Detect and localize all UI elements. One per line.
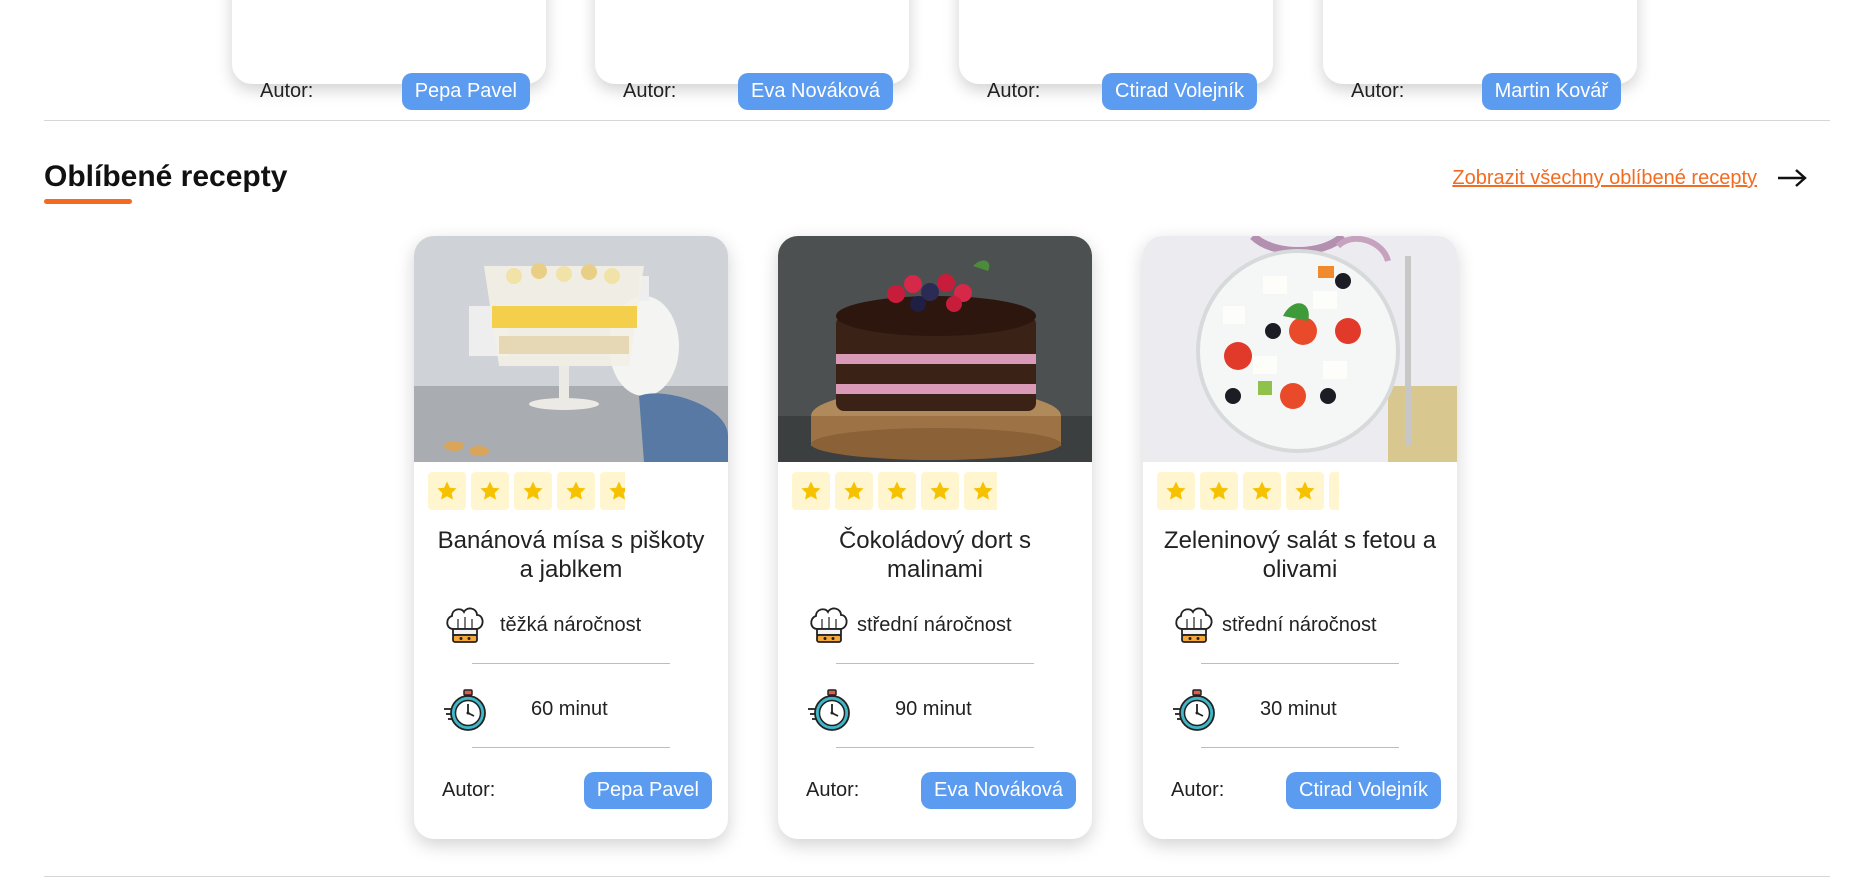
info-divider (1201, 747, 1399, 748)
difficulty-row: střední náročnost (778, 601, 1092, 651)
author-row: Autor: Eva Nováková (595, 73, 909, 110)
star-icon (1286, 472, 1324, 510)
star-icon (878, 472, 916, 510)
section-title-underline (44, 199, 132, 204)
star-icon (514, 472, 552, 510)
star-icon (428, 472, 466, 510)
author-badge[interactable]: Pepa Pavel (583, 772, 712, 809)
time-text: 60 minut (531, 698, 608, 720)
recipe-title[interactable]: Banánová mísa s piškoty a jablkem (432, 526, 710, 584)
author-row: Autor: Ctirad Volejník (1143, 772, 1457, 809)
chef-hat-icon (806, 603, 852, 649)
banana-pudding-trifle-image[interactable] (414, 236, 728, 462)
recipe-card[interactable]: Zeleninový salát s fetou a olivami střed… (1143, 236, 1457, 839)
stopwatch-icon (1171, 687, 1217, 733)
author-label: Autor: (1351, 80, 1405, 102)
star-icon (921, 472, 959, 510)
author-label: Autor: (806, 779, 860, 801)
recipe-card[interactable]: Čokoládový dort s malinami střední nároč… (778, 236, 1092, 839)
stopwatch-icon (442, 687, 488, 733)
rating-stars (792, 472, 997, 510)
recipe-card-top[interactable]: Autor: Pepa Pavel (232, 0, 546, 110)
author-row: Autor: Pepa Pavel (414, 772, 728, 809)
star-icon (1243, 472, 1281, 510)
star-icon (964, 472, 997, 510)
difficulty-row: střední náročnost (1143, 601, 1457, 651)
author-badge[interactable]: Ctirad Volejník (1102, 73, 1257, 110)
author-label: Autor: (623, 80, 677, 102)
star-icon (600, 472, 625, 510)
section-divider (44, 876, 1830, 877)
recipe-card[interactable]: Banánová mísa s piškoty a jablkem těžká … (414, 236, 728, 839)
difficulty-text: těžká náročnost (500, 614, 642, 636)
difficulty-text: střední náročnost (857, 614, 1012, 636)
chef-hat-icon (442, 603, 488, 649)
chocolate-raspberry-cake-image[interactable] (778, 236, 1092, 462)
time-row: 90 minut (778, 685, 1092, 735)
author-badge[interactable]: Martin Kovář (1481, 73, 1621, 110)
author-label: Autor: (260, 80, 314, 102)
star-icon (1200, 472, 1238, 510)
section-title: Oblíbené recepty (44, 160, 288, 193)
author-badge[interactable]: Pepa Pavel (401, 73, 530, 110)
chef-hat-icon (1171, 603, 1217, 649)
time-row: 30 minut (1143, 685, 1457, 735)
recipe-card-top[interactable]: Autor: Martin Kovář (1323, 0, 1637, 110)
arrow-right-icon[interactable] (1776, 166, 1808, 190)
author-row: Autor: Pepa Pavel (232, 73, 546, 110)
rating-stars (1157, 472, 1339, 510)
info-divider (836, 747, 1034, 748)
info-divider (836, 663, 1034, 664)
rating-stars (428, 472, 625, 510)
star-icon (835, 472, 873, 510)
view-all-favorites-link[interactable]: Zobrazit všechny oblíbené recepty (1452, 167, 1757, 190)
time-text: 30 minut (1260, 698, 1337, 720)
info-divider (472, 747, 670, 748)
time-text: 90 minut (895, 698, 972, 720)
star-icon (1329, 472, 1339, 510)
author-label: Autor: (442, 779, 496, 801)
star-icon (471, 472, 509, 510)
recipe-card-top[interactable]: Autor: Ctirad Volejník (959, 0, 1273, 110)
recipe-card-top[interactable]: Autor: Eva Nováková (595, 0, 909, 110)
author-label: Autor: (1171, 779, 1225, 801)
greek-salad-image[interactable] (1143, 236, 1457, 462)
author-badge[interactable]: Eva Nováková (921, 772, 1076, 809)
difficulty-row: těžká náročnost (414, 601, 728, 651)
author-label: Autor: (987, 80, 1041, 102)
author-row: Autor: Ctirad Volejník (959, 73, 1273, 110)
author-row: Autor: Eva Nováková (778, 772, 1092, 809)
star-icon (792, 472, 830, 510)
stopwatch-icon (806, 687, 852, 733)
star-icon (557, 472, 595, 510)
time-row: 60 minut (414, 685, 728, 735)
author-row: Autor: Martin Kovář (1323, 73, 1637, 110)
author-badge[interactable]: Ctirad Volejník (1286, 772, 1441, 809)
section-divider (44, 120, 1830, 121)
recipe-title[interactable]: Čokoládový dort s malinami (796, 526, 1074, 584)
recipe-title[interactable]: Zeleninový salát s fetou a olivami (1161, 526, 1439, 584)
star-icon (1157, 472, 1195, 510)
info-divider (1201, 663, 1399, 664)
difficulty-text: střední náročnost (1222, 614, 1377, 636)
author-badge[interactable]: Eva Nováková (738, 73, 893, 110)
info-divider (472, 663, 670, 664)
